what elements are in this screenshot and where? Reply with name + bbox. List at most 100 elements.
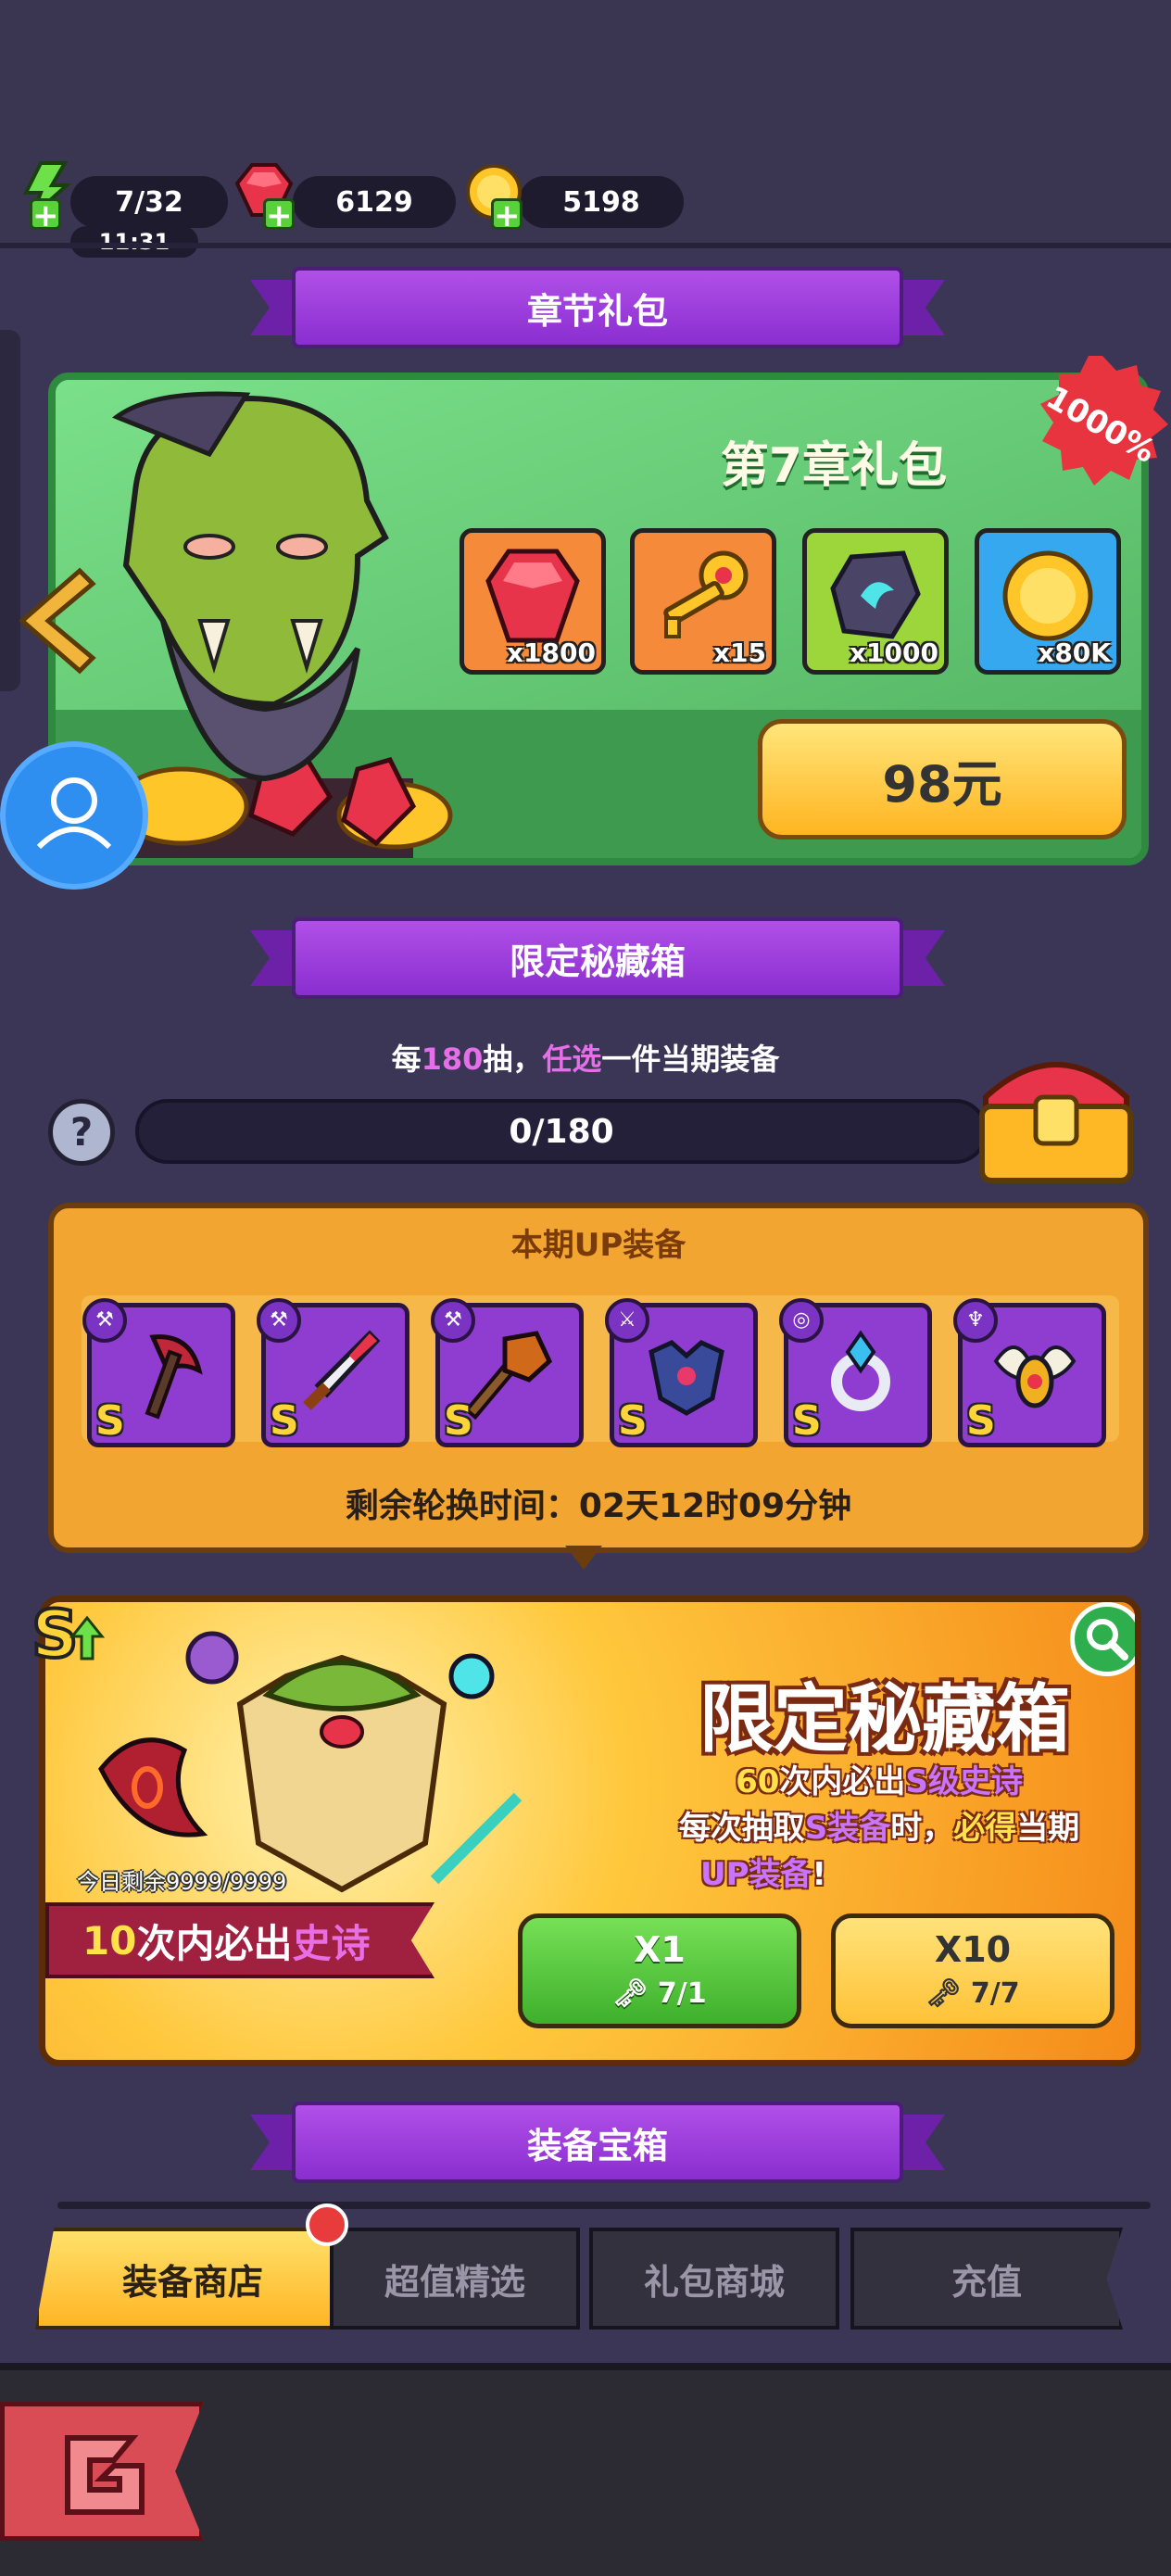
equipment-showcase-illustration [98,1631,523,1893]
pack-item-gems-qty: x1800 [507,638,596,668]
rule-highlight: S装备 [804,1810,891,1847]
draw-ten-cost: 🗝 7/7 [836,1977,1110,2010]
banner-title: 限定秘藏箱 [699,1676,1070,1762]
tab-equipment-shop[interactable]: 装备商店 [35,2228,350,2330]
draw-info-mid: 抽， [483,1042,543,1077]
draw-ten-button[interactable]: X10 🗝 7/7 [831,1913,1114,2028]
stamina-timer: 11:31 [70,226,198,258]
treasure-chest-icon[interactable] [963,1042,1149,1190]
guarantee-mid: 次内必出 [779,1763,906,1800]
banner-up-line: UP装备! [611,1849,916,1894]
golden-key-icon [663,550,749,638]
rule-suffix: 当期 [1016,1810,1080,1847]
up-equipment-panel: 本期UP装备 ⚒ S ⚒ S ⚒ S ⚔ S ◎ S ♆ S 剩余轮换时间：02… [48,1203,1149,1553]
pack-item-coins[interactable]: x80K [975,528,1121,675]
wolf-staff-icon [464,1331,553,1421]
gold-coin-icon [1002,550,1093,641]
limited-box-header-label: 限定秘藏箱 [292,917,903,999]
flame-dagger-icon [303,1330,381,1410]
up-equipment-title: 本期UP装备 [510,1227,686,1264]
grade-s-label: S [966,1397,996,1445]
draw-once-cost-value: 7/1 [657,1977,707,2010]
grade-s-label: S [95,1397,125,1445]
equipment-box-content-edge [57,2202,1151,2209]
user-profile-icon [36,777,112,850]
banner-guarantee-line: 60次内必出S级史诗 [611,1756,1135,1801]
top-divider [0,243,1171,248]
gems-counter[interactable]: 6129 [293,176,456,228]
epic-guarantee-count: 10 [82,1917,137,1964]
profile-avatar-button[interactable] [0,741,148,890]
up-highlight: UP装备 [699,1856,812,1893]
chapter-pack-card[interactable]: 第7章礼包 x1800 x15 x1000 x80K 98元 [48,373,1149,865]
draw-info-highlight: 任选 [542,1042,602,1077]
ruby-gem-icon [485,549,580,643]
draw-info-prefix: 每 [391,1042,422,1077]
stamina-counter[interactable]: 7/32 [70,176,228,228]
up-equipment-slot-armor[interactable]: ⚔ S [605,1298,758,1447]
up-equipment-slot-staff[interactable]: ⚒ S [431,1298,584,1447]
draw-once-button[interactable]: X1 🗝 7/1 [518,1913,801,2028]
draw-ten-label: X10 [934,1929,1012,1970]
up-suffix: ! [812,1856,827,1893]
top-status-bar: 7/32 + 11:31 6129 + 5198 + [0,0,1171,258]
draw-once-label: X1 [634,1929,686,1970]
tab-value-picks[interactable]: 超值精选 [330,2228,580,2330]
crystal-ring-icon [831,1330,890,1411]
add-gems-icon[interactable]: + [263,198,295,232]
dark-stone-icon [830,550,921,639]
grade-s-label: S [444,1397,473,1445]
up-equipment-slot-ring[interactable]: ◎ S [779,1298,932,1447]
s-grade-up-icon: S [30,1595,106,1673]
banner-rule-line: 每次抽取S装备时，必得当期 [611,1802,1135,1848]
demon-armor-icon [648,1340,724,1416]
up-equipment-slot-axe[interactable]: ⚒ S [82,1298,235,1447]
draw-info-count: 180 [421,1042,484,1077]
chapter-pack-header-label: 章节礼包 [292,267,903,348]
pack-item-stones[interactable]: x1000 [802,528,949,675]
pack-item-keys[interactable]: x15 [630,528,776,675]
epic-guarantee-highlight: 史诗 [292,1920,371,1966]
limited-box-banner: 限定秘藏箱 60次内必出S级史诗 每次抽取S装备时，必得当期 UP装备! 今日剩… [39,1596,1141,2066]
equipment-box-header-label: 装备宝箱 [292,2102,903,2183]
guild-emblem-icon [65,2435,145,2515]
notification-dot [306,2203,348,2246]
panel-notch [565,1546,602,1570]
rule-highlight-2: 必得 [953,1810,1017,1847]
epic-guarantee-mid: 次内必出 [136,1920,293,1966]
key-cost-icon: 🗝 [925,1977,962,2010]
tab-recharge[interactable]: 充值 [850,2228,1123,2330]
add-coins-icon[interactable]: + [491,198,523,232]
pack-item-keys-qty: x15 [712,638,766,668]
coins-counter[interactable]: 5198 [519,176,684,228]
add-stamina-icon[interactable]: + [30,198,61,232]
chapter-pack-header: 章节礼包 [250,267,945,348]
today-remaining-text: 今日剩余9999/9999 [77,1869,287,1895]
grade-s-label: S [792,1397,822,1445]
help-question-icon[interactable]: ? [48,1099,115,1166]
crimson-axe-icon [145,1334,203,1420]
previous-page-arrow-icon[interactable] [15,565,98,676]
pack-item-gems[interactable]: x1800 [460,528,606,675]
draw-progress-text: 0/180 [509,1112,614,1151]
tab-gift-pack-mall[interactable]: 礼包商城 [589,2228,839,2330]
epic-guarantee-flag: 10 次内必出 史诗 [45,1902,434,1978]
draw-ten-cost-value: 7/7 [970,1977,1020,2010]
up-equipment-slot-dagger[interactable]: ⚒ S [257,1298,409,1447]
chapter-pack-title: 第7章礼包 [720,438,948,494]
svg-text:S: S [31,1597,78,1673]
draw-progress-bar: 0/180 [135,1099,988,1164]
guarantee-highlight: S级史诗 [905,1763,1023,1800]
bonus-percent-badge: 1000% [1039,356,1168,486]
up-equipment-slot-amulet[interactable]: ♆ S [953,1298,1106,1447]
rule-mid: 时， [890,1810,954,1847]
buy-chapter-pack-button[interactable]: 98元 [758,719,1127,840]
guarantee-count: 60 [736,1763,780,1800]
key-cost-icon: 🗝 [612,1977,648,2010]
pack-item-stones-qty: x1000 [850,638,938,668]
draw-info-suffix: 一件当期装备 [601,1042,780,1077]
coins-value: 5198 [562,185,640,219]
home-nav-button[interactable] [0,2402,204,2541]
pack-item-coins-qty: x80K [1038,638,1111,668]
equipment-box-header: 装备宝箱 [250,2102,945,2183]
